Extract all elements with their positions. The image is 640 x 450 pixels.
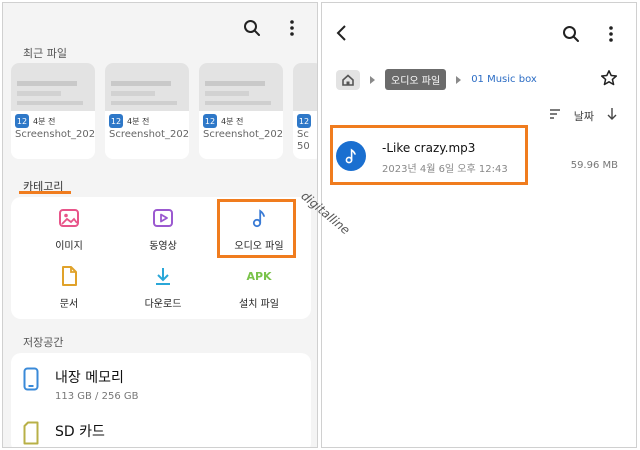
recent-file-time: 4분 전 (221, 116, 244, 126)
category-downloads[interactable]: 다운로드 (123, 263, 203, 310)
audio-folder-view: 오디오 파일 01 Music box 날짜 -Like crazy.mp3 2… (321, 2, 637, 448)
file-thumbnail (11, 63, 95, 111)
recent-file-time: 4분 전 (33, 116, 56, 126)
sort-control[interactable]: 날짜 (548, 107, 618, 124)
category-label-text: 이미지 (55, 241, 83, 252)
recent-file-name: Screenshot_20250109_212620... (203, 129, 283, 140)
back-arrow-icon (336, 25, 346, 41)
apk-icon-text: APK (246, 269, 272, 283)
sdcard-icon (23, 421, 39, 447)
storage-usage: 113 GB / 256 GB (55, 391, 139, 402)
category-label-text: 다운로드 (144, 299, 182, 310)
recent-file-card[interactable]: 12 Sc 50 (293, 63, 317, 159)
category-videos[interactable]: 동영상 (123, 205, 203, 252)
app-icon: 12 (203, 114, 217, 128)
recent-file-card[interactable]: 12 4분 전 Screenshot_20250109_212639... (11, 63, 95, 159)
apk-icon: APK (246, 263, 272, 289)
file-thumbnail (293, 63, 317, 111)
recent-file-name: Sc 50 (297, 129, 310, 152)
storage-title: 내장 메모리 (55, 370, 124, 386)
storage-sdcard[interactable]: SD 카드 (23, 421, 105, 447)
back-button[interactable] (332, 23, 352, 47)
toolbar (560, 23, 622, 45)
category-label-text: 문서 (59, 299, 79, 310)
document-icon (56, 263, 82, 289)
storage-internal[interactable]: 내장 메모리 113 GB / 256 GB (23, 367, 138, 402)
image-icon (56, 205, 82, 231)
phone-icon (23, 367, 39, 395)
home-icon[interactable] (336, 69, 360, 90)
storage-label: 저장공간 (23, 336, 64, 349)
category-label-text: 동영상 (149, 241, 177, 252)
audio-highlight-box (217, 199, 296, 258)
breadcrumb: 오디오 파일 01 Music box (336, 69, 537, 90)
favorite-star-icon[interactable] (600, 69, 618, 91)
recent-file-name: Screenshot_20250109_212639... (15, 129, 95, 140)
more-options-icon[interactable] (281, 17, 303, 39)
recent-files-list: 12 4분 전 Screenshot_20250109_212639... 12 4… (11, 63, 317, 159)
category-documents[interactable]: 문서 (29, 263, 109, 310)
sort-direction-icon[interactable] (606, 107, 618, 124)
file-thumbnail (105, 63, 189, 111)
breadcrumb-current[interactable]: 오디오 파일 (385, 69, 447, 90)
chevron-right-icon (370, 75, 375, 84)
category-images[interactable]: 이미지 (29, 205, 109, 252)
file-size: 59.96 MB (570, 160, 618, 171)
chevron-right-icon (456, 75, 462, 84)
search-icon[interactable] (560, 23, 582, 45)
recent-file-card[interactable]: 12 4분 전 Screenshot_20250109_212620... (199, 63, 283, 159)
sort-label: 날짜 (573, 109, 594, 123)
video-icon (150, 205, 176, 231)
more-options-icon[interactable] (600, 23, 622, 45)
file-highlight-box (330, 125, 528, 185)
recent-file-card[interactable]: 12 4분 전 Screenshot_20250109_212631... (105, 63, 189, 159)
recent-file-time: 4분 전 (127, 116, 150, 126)
category-label-text: 설치 파일 (239, 299, 279, 310)
recent-file-name: Screenshot_20250109_212631... (109, 129, 189, 140)
toolbar (241, 17, 303, 39)
app-icon: 12 (15, 114, 29, 128)
storage-title: SD 카드 (55, 424, 105, 440)
download-icon (150, 263, 176, 289)
sort-icon (548, 107, 562, 124)
app-icon: 12 (109, 114, 123, 128)
file-thumbnail (199, 63, 283, 111)
app-icon: 12 (297, 114, 311, 128)
breadcrumb-folder[interactable]: 01 Music box (471, 74, 537, 85)
category-installers[interactable]: APK 설치 파일 (219, 263, 299, 311)
storage-list: 내장 메모리 113 GB / 256 GB SD 카드 (11, 353, 311, 447)
category-underline (19, 191, 71, 194)
file-browser-home: 최근 파일 12 4분 전 Screenshot_20250109_212639.… (2, 2, 318, 448)
recent-files-label: 최근 파일 (23, 47, 67, 60)
search-icon[interactable] (241, 17, 263, 39)
